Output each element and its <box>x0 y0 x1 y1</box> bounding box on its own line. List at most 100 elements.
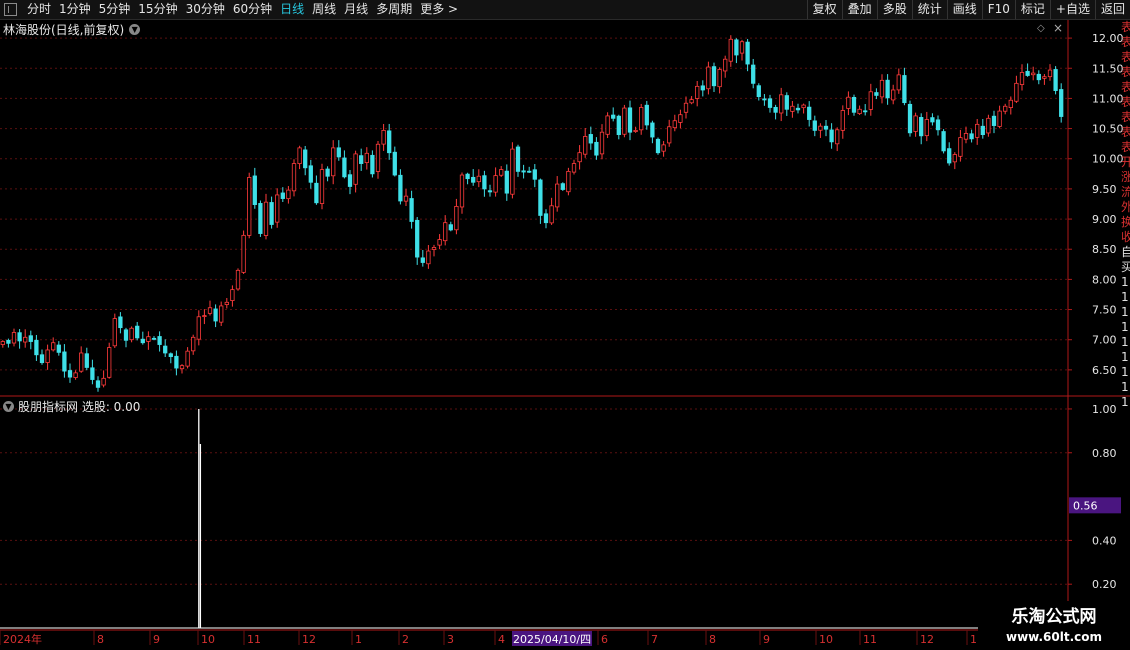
candle-body <box>79 352 84 372</box>
candle-body <box>644 104 649 126</box>
candle-body <box>487 190 493 193</box>
candle-body <box>980 125 985 136</box>
stock-title-text: 林海股份(日线,前复权) <box>3 23 125 37</box>
candle-body <box>829 129 834 143</box>
time-axis-label: 9 <box>763 633 770 646</box>
candle-body <box>723 58 728 72</box>
toolbar-button[interactable]: 复权 <box>806 0 842 19</box>
period-tab[interactable]: 日线 <box>276 0 308 19</box>
side-strip-char: 买 <box>1121 260 1130 274</box>
price-tick-label: 11.00 <box>1092 92 1124 105</box>
chevron-down-icon[interactable]: ▼ <box>129 24 141 35</box>
candle-body <box>751 64 756 84</box>
candle-body <box>11 332 17 344</box>
period-tab[interactable]: 更多 > <box>416 0 462 19</box>
period-tab[interactable]: 分时 <box>23 0 55 19</box>
candle-body <box>975 123 980 138</box>
period-tab[interactable]: 60分钟 <box>229 0 276 19</box>
toolbar-button[interactable]: 返回 <box>1094 0 1130 19</box>
chevron-down-icon[interactable]: ▼ <box>3 401 14 412</box>
side-quote-strip: 表表表表表表表表表开涨流外换收自买111111111 <box>1121 20 1130 630</box>
toolbar-button[interactable]: 标记 <box>1014 0 1050 19</box>
candle-body <box>403 195 409 202</box>
candle-body <box>353 153 358 185</box>
candle-body <box>739 41 745 54</box>
diamond-icon[interactable]: ◇ <box>1037 23 1045 34</box>
candle-body <box>605 115 610 135</box>
period-tab[interactable]: 月线 <box>340 0 372 19</box>
indicator-axis-labels: 1.00 0.80 0.56 0.40 0.20 <box>1068 403 1121 591</box>
candle-body <box>342 157 347 178</box>
candle-body <box>174 355 179 369</box>
toolbar-button[interactable]: +自选 <box>1049 0 1095 19</box>
candle-body <box>779 94 784 114</box>
candle-body <box>1019 72 1025 85</box>
candle-body <box>745 41 750 65</box>
time-axis-label: 2024年 <box>3 632 42 646</box>
toolbar-button[interactable]: 多股 <box>876 0 912 19</box>
candle-body <box>258 203 263 234</box>
price-tick-label: 7.00 <box>1092 334 1117 347</box>
period-tab[interactable]: 15分钟 <box>134 0 181 19</box>
toolbar-button[interactable]: F10 <box>981 0 1015 19</box>
candle-body <box>851 96 857 113</box>
candle-body <box>611 114 616 119</box>
candle-body <box>465 173 470 180</box>
candle-body <box>868 91 873 110</box>
side-strip-char: 表 <box>1121 35 1130 49</box>
candle-body <box>717 69 722 88</box>
close-icon[interactable]: × <box>1053 21 1063 35</box>
candle-body <box>952 154 957 163</box>
candle-body <box>6 339 11 344</box>
candle-body <box>538 179 543 216</box>
candle-body <box>667 126 672 144</box>
candle-body <box>1053 69 1058 91</box>
time-axis-label: 6 <box>601 633 608 646</box>
candle-body <box>1008 99 1013 108</box>
candle-body <box>207 307 213 314</box>
toolbar-buttons: 复权 叠加 多股 统计 画线 F10 标记 +自选 返回 <box>806 0 1130 19</box>
candle-body <box>633 129 638 132</box>
candle-body <box>39 354 45 364</box>
time-axis-label: 11 <box>863 633 877 646</box>
candlestick-series[interactable] <box>0 35 1064 392</box>
period-tab[interactable]: 多周期 <box>372 0 416 19</box>
candle-body <box>874 92 879 96</box>
period-tab[interactable]: 周线 <box>308 0 340 19</box>
candle-body <box>370 154 375 175</box>
candle-body <box>594 141 599 156</box>
time-axis-label: 11 <box>247 633 261 646</box>
candle-body <box>773 106 778 113</box>
candle-body <box>84 353 89 368</box>
candle-body <box>420 257 425 263</box>
candle-body <box>499 169 504 176</box>
candle-body <box>319 169 325 204</box>
candle-body <box>51 342 56 351</box>
candle-body <box>930 117 935 123</box>
candle-body <box>835 129 840 145</box>
candle-body <box>28 335 33 342</box>
period-tab[interactable]: 30分钟 <box>182 0 229 19</box>
candle-body <box>790 105 795 112</box>
candle-body <box>958 137 963 157</box>
period-tab[interactable]: 1分钟 <box>55 0 95 19</box>
period-tab[interactable]: 5分钟 <box>95 0 135 19</box>
chart-area[interactable]: 12.0011.5011.0010.5010.009.509.008.508.0… <box>0 0 1130 650</box>
candle-body <box>431 247 437 250</box>
candle-body <box>622 107 627 135</box>
candle-body <box>23 336 28 343</box>
time-axis-label: 8 <box>97 633 104 646</box>
toolbar-button[interactable]: 叠加 <box>841 0 877 19</box>
side-strip-char: 换 <box>1121 215 1130 229</box>
candle-body <box>515 146 521 172</box>
period-toolbar: 分时 1分钟 5分钟 15分钟 30分钟 60分钟 日线 周线 月线 多周期 更多 > 复权 叠加 多股… <box>0 0 1130 20</box>
candle-body <box>734 39 739 56</box>
panel-toggle-icon[interactable] <box>4 3 17 16</box>
toolbar-button[interactable]: 画线 <box>946 0 982 19</box>
candle-body <box>375 143 381 172</box>
candle-body <box>879 79 885 98</box>
candle-body <box>303 149 308 169</box>
candle-body <box>1059 89 1064 117</box>
toolbar-button[interactable]: 统计 <box>911 0 947 19</box>
candle-body <box>891 89 896 101</box>
